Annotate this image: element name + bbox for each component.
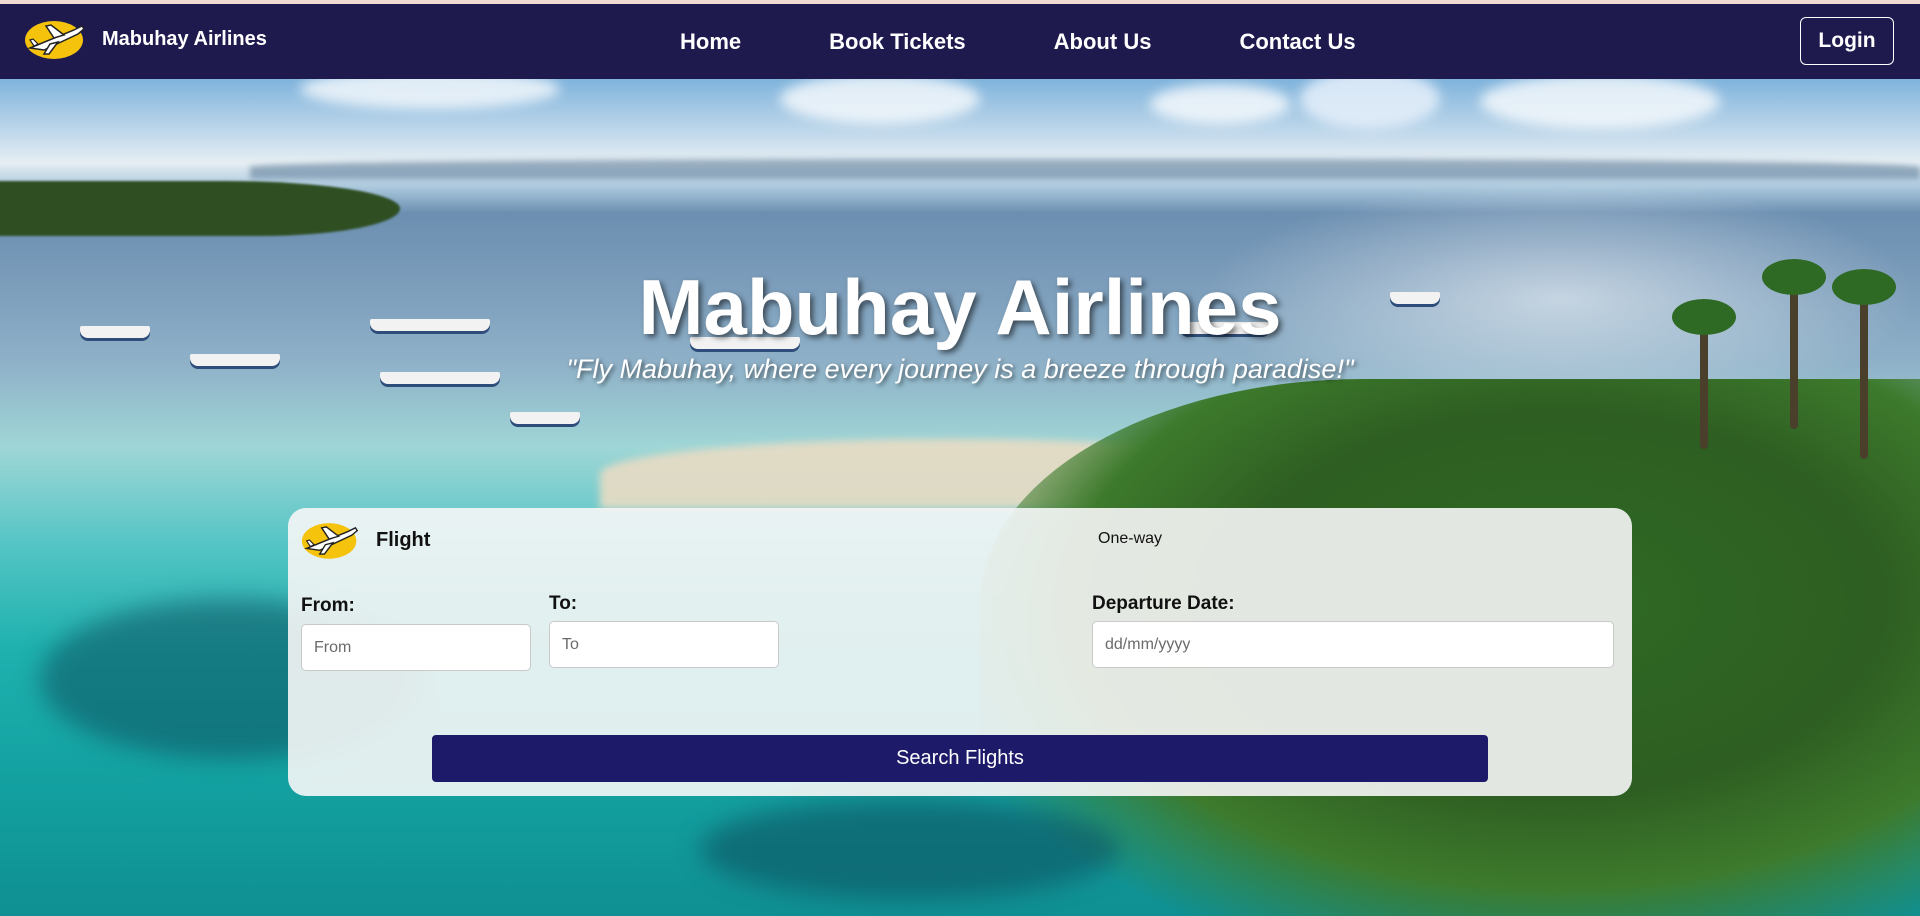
search-flights-button[interactable]: Search Flights bbox=[432, 735, 1488, 782]
main-nav: Home Book Tickets About Us Contact Us bbox=[680, 4, 1356, 79]
airplane-logo-icon bbox=[301, 523, 359, 559]
navbar: Mabuhay Airlines Home Book Tickets About… bbox=[0, 4, 1920, 79]
hero-title: Mabuhay Airlines bbox=[638, 263, 1282, 351]
hero-tagline: "Fly Mabuhay, where every journey is a b… bbox=[566, 354, 1354, 384]
to-label: To: bbox=[549, 593, 578, 614]
nav-book-tickets[interactable]: Book Tickets bbox=[829, 29, 966, 55]
nav-home[interactable]: Home bbox=[680, 29, 741, 55]
departure-date-label: Departure Date: bbox=[1092, 593, 1235, 614]
from-input[interactable] bbox=[301, 624, 531, 671]
brand-name: Mabuhay Airlines bbox=[102, 27, 267, 50]
card-header: Flight bbox=[301, 520, 430, 560]
airplane-logo-icon bbox=[25, 21, 85, 59]
card-title: Flight bbox=[376, 528, 431, 551]
trip-type-selector[interactable]: One-way bbox=[1098, 530, 1162, 548]
nav-about-us[interactable]: About Us bbox=[1054, 29, 1152, 55]
from-label: From: bbox=[301, 595, 355, 616]
flight-booking-card: Flight One-way From: To: Departure Date:… bbox=[288, 508, 1632, 796]
to-input[interactable] bbox=[549, 621, 779, 668]
nav-contact-us[interactable]: Contact Us bbox=[1239, 29, 1355, 55]
brand[interactable]: Mabuhay Airlines bbox=[24, 18, 267, 60]
departure-date-input[interactable] bbox=[1092, 621, 1614, 668]
login-button[interactable]: Login bbox=[1800, 17, 1894, 65]
